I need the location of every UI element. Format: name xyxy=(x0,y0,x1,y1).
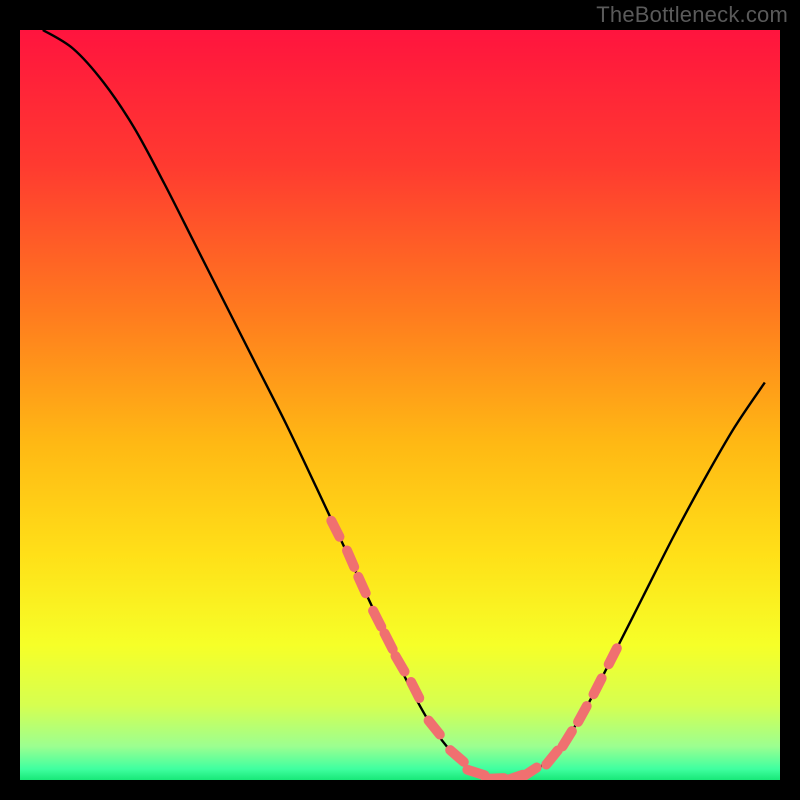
chart-container: TheBottleneck.com xyxy=(0,0,800,800)
bottleneck-plot xyxy=(0,0,800,800)
marker-capsule xyxy=(467,770,484,775)
marker-capsule xyxy=(358,577,365,593)
marker-capsule xyxy=(347,550,354,567)
